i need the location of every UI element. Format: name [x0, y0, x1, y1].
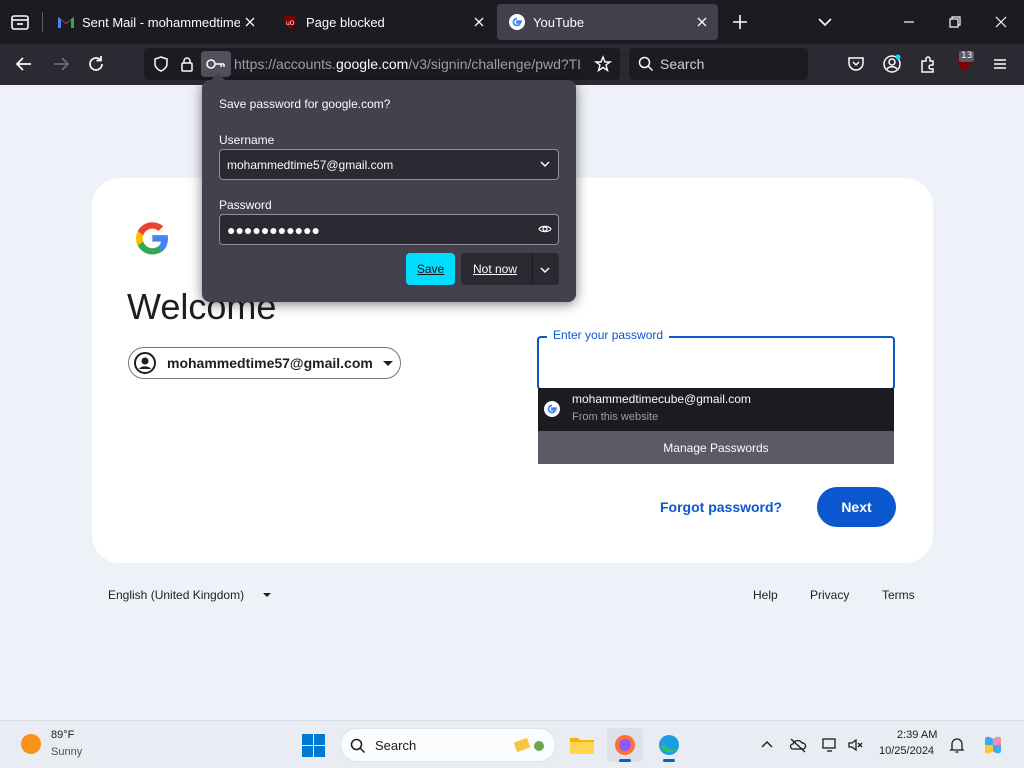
- forgot-password-link[interactable]: Forgot password?: [660, 499, 782, 515]
- eye-icon[interactable]: [538, 222, 552, 236]
- bookmark-star-icon[interactable]: [593, 55, 613, 73]
- taskbar-search-label: Search: [375, 738, 417, 753]
- username-value: mohammedtime57@gmail.com: [227, 157, 394, 172]
- not-now-label: Not now: [473, 262, 518, 276]
- google-icon: [509, 14, 525, 30]
- close-tab-icon[interactable]: [469, 12, 489, 32]
- close-tab-icon[interactable]: [240, 12, 260, 32]
- back-arrow-icon[interactable]: [13, 53, 35, 75]
- close-tab-icon[interactable]: [692, 12, 712, 32]
- url-path: /v3/signin/challenge/pwd?TL: [408, 56, 580, 72]
- reload-icon[interactable]: [85, 53, 107, 75]
- firefox-view-icon[interactable]: [8, 10, 32, 34]
- save-password-popup: Save password for google.com? Username m…: [202, 73, 576, 302]
- lock-icon[interactable]: [178, 55, 196, 73]
- chevron-down-icon[interactable]: [815, 12, 835, 32]
- caret-down-icon: [382, 360, 393, 366]
- navigation-toolbar: https://accounts.google.com/v3/signin/ch…: [0, 44, 1024, 85]
- minimize-icon[interactable]: [899, 12, 919, 32]
- tab-separator: [42, 12, 43, 32]
- username-field[interactable]: mohammedtime57@gmail.com: [219, 149, 559, 180]
- not-now-button[interactable]: Not now: [461, 253, 559, 285]
- notification-bell-icon[interactable]: [947, 735, 967, 755]
- account-email: mohammedtime57@gmail.com: [167, 355, 373, 371]
- search-icon: [637, 55, 655, 73]
- search-highlight-icon: [509, 734, 549, 762]
- copilot-icon[interactable]: [981, 733, 1005, 757]
- autocomplete-email: mohammedtimecube@gmail.com: [572, 392, 751, 406]
- tab-strip: Sent Mail - mohammedtimecube uO Page blo…: [0, 0, 1024, 44]
- password-field[interactable]: ●●●●●●●●●●●: [219, 214, 559, 245]
- sun-icon: [21, 734, 41, 754]
- extensions-puzzle-icon[interactable]: [917, 53, 939, 75]
- password-field-label: Enter your password: [547, 328, 670, 342]
- tab-title: YouTube: [533, 14, 585, 30]
- ublock-origin-icon: uO: [282, 14, 298, 30]
- search-icon: [349, 737, 367, 759]
- new-tab-icon[interactable]: [729, 10, 751, 34]
- save-button[interactable]: Save: [406, 253, 455, 285]
- display-icon[interactable]: [820, 735, 840, 755]
- close-window-icon[interactable]: [991, 12, 1011, 32]
- file-explorer-icon[interactable]: [564, 728, 600, 762]
- password-input[interactable]: Enter your password: [537, 328, 895, 390]
- popup-title: Save password for google.com?: [219, 97, 391, 111]
- password-label: Password: [219, 198, 272, 212]
- autocomplete-login-item[interactable]: mohammedtimecube@gmail.com From this web…: [538, 388, 894, 431]
- firefox-icon[interactable]: [607, 728, 643, 762]
- extension-badge: 13: [959, 51, 975, 62]
- tab-gmail[interactable]: Sent Mail - mohammedtimecube: [46, 4, 266, 40]
- weather-condition: Sunny: [51, 746, 83, 758]
- account-chooser-chip[interactable]: mohammedtime57@gmail.com: [128, 347, 401, 379]
- forward-arrow-icon[interactable]: [50, 53, 72, 75]
- split-button-divider: [532, 253, 533, 285]
- privacy-link[interactable]: Privacy: [810, 588, 849, 602]
- username-label: Username: [219, 133, 275, 147]
- cloud-off-icon[interactable]: [788, 735, 808, 755]
- weather-temperature: 89°F: [51, 729, 75, 741]
- clock-time[interactable]: 2:39 AM: [897, 729, 937, 741]
- tab-title: Sent Mail - mohammedtimecube: [82, 14, 240, 30]
- pocket-icon[interactable]: [845, 53, 867, 75]
- terms-link[interactable]: Terms: [882, 588, 915, 602]
- tab-page-blocked[interactable]: uO Page blocked: [270, 4, 495, 40]
- search-bar[interactable]: Search: [629, 48, 808, 80]
- popup-arrow: [211, 73, 225, 80]
- language-label: English (United Kingdom): [108, 588, 245, 602]
- google-logo: [130, 216, 174, 260]
- chevron-down-icon[interactable]: [538, 157, 552, 171]
- tab-youtube[interactable]: YouTube: [497, 4, 718, 40]
- url-domain: google.com: [335, 56, 409, 72]
- search-placeholder: Search: [660, 56, 705, 72]
- next-button[interactable]: Next: [817, 487, 896, 527]
- taskbar-search-box[interactable]: Search: [340, 728, 556, 762]
- windows-start-icon[interactable]: [302, 734, 325, 757]
- password-masked-value: ●●●●●●●●●●●: [227, 221, 321, 238]
- restore-icon[interactable]: [945, 12, 965, 32]
- account-icon[interactable]: [881, 53, 903, 75]
- tracking-protection-shield-icon[interactable]: [152, 55, 170, 73]
- volume-muted-icon[interactable]: [846, 735, 866, 755]
- menu-hamburger-icon[interactable]: [989, 53, 1011, 75]
- caret-down-icon: [263, 593, 272, 597]
- windows-taskbar: 89°F Sunny Search 2:39 AM 10/25/2024: [0, 720, 1024, 768]
- chevron-up-icon[interactable]: [757, 735, 777, 755]
- help-link[interactable]: Help: [753, 588, 778, 602]
- url-text[interactable]: https://accounts.google.com/v3/signin/ch…: [234, 56, 580, 72]
- manage-passwords-button[interactable]: Manage Passwords: [538, 431, 894, 464]
- edge-icon[interactable]: [651, 728, 687, 762]
- clock-date[interactable]: 10/25/2024: [879, 745, 934, 757]
- google-icon: [544, 401, 560, 417]
- autocomplete-source: From this website: [572, 411, 659, 423]
- tab-title: Page blocked: [306, 14, 385, 30]
- password-autocomplete-popup: mohammedtimecube@gmail.com From this web…: [538, 388, 894, 464]
- gmail-icon: [58, 14, 74, 30]
- url-prefix: https://accounts.: [234, 56, 336, 72]
- svg-text:uO: uO: [286, 20, 295, 27]
- account-circle-icon: [133, 351, 157, 375]
- chevron-down-icon[interactable]: [538, 262, 552, 276]
- language-selector[interactable]: English (United Kingdom): [108, 588, 272, 602]
